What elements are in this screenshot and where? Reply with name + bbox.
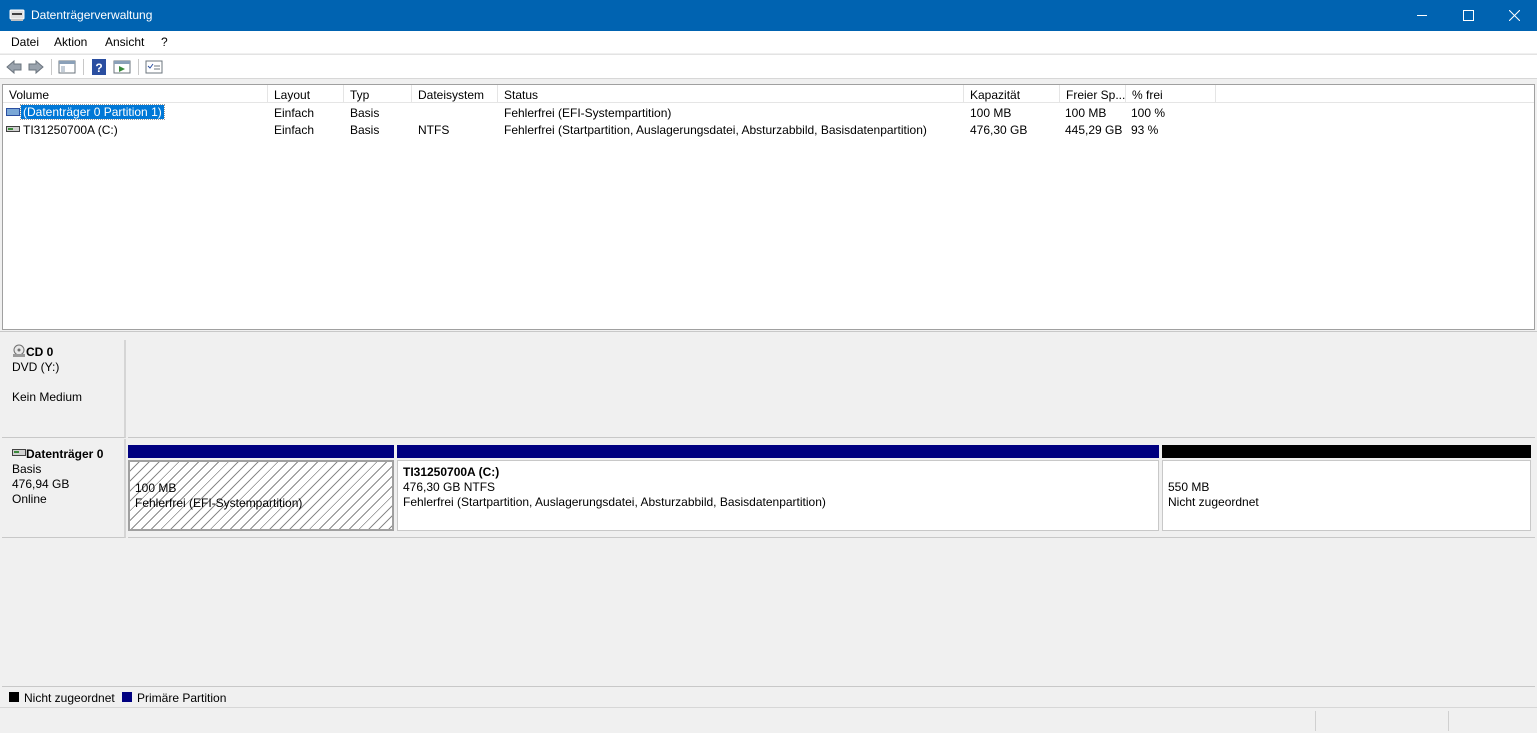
partition-status: Nicht zugeordnet [1168,495,1259,509]
volume-frei: 445,29 GB [1065,123,1123,137]
partition-status: Fehlerfrei (Startpartition, Auslagerungs… [403,495,826,509]
partition-unallocated[interactable]: 550 MB Nicht zugeordnet [1162,445,1531,531]
pane-splitter[interactable] [0,331,1537,339]
toolbar: ? [0,54,1537,79]
menu-ansicht[interactable]: Ansicht [105,35,144,49]
disk0-size: 476,94 GB [12,477,70,491]
disk-icon [12,449,26,456]
partition-type-bar [1162,445,1531,458]
disk0-state: Online [12,492,47,506]
volume-kapazitaet: 100 MB [970,106,1012,120]
toolbar-separator [138,59,139,75]
volume-dateisystem: NTFS [418,123,450,137]
cd-row: CD 0 DVD (Y:) Kein Medium [2,340,1535,438]
partition-size: 476,30 GB NTFS [403,480,496,494]
volume-layout: Einfach [274,123,315,137]
status-bar-separator [1315,711,1316,731]
close-icon [1508,10,1520,21]
menu-bar: Datei Aktion Ansicht ? [0,31,1537,53]
legend-label-unallocated: Nicht zugeordnet [24,691,115,705]
cd-drive: DVD (Y:) [12,360,60,374]
volume-typ: Basis [350,106,380,120]
partition-type-bar [128,445,394,458]
partition-body: 550 MB Nicht zugeordnet [1162,460,1531,531]
partition-status: Fehlerfrei (EFI-Systempartition) [135,496,303,510]
minimize-icon [1416,15,1427,16]
column-prozent-frei[interactable]: % frei [1126,85,1216,103]
title-bar: Datenträgerverwaltung [0,0,1537,31]
volume-prozent: 100 % [1131,106,1166,120]
column-typ[interactable]: Typ [344,85,412,103]
volume-typ: Basis [350,123,380,137]
status-bar [0,707,1537,733]
toolbar-separator [51,59,52,75]
column-status[interactable]: Status [498,85,964,103]
column-dateisystem[interactable]: Dateisystem [412,85,498,103]
disk0-area: 100 MB Fehlerfrei (EFI-Systempartition) … [128,439,1535,538]
maximize-icon [1462,10,1474,21]
show-hide-console-tree-icon[interactable] [58,59,76,75]
volume-layout: Einfach [274,106,315,120]
list-header: Volume Layout Typ Dateisystem Status Kap… [3,85,1534,103]
properties-icon[interactable] [145,59,163,75]
menu-datei[interactable]: Datei [11,35,39,49]
disk-management-app-icon [9,9,25,21]
volume-status: Fehlerfrei (Startpartition, Auslagerungs… [504,123,927,137]
partition-title: TI31250700A (C:) [403,465,500,479]
cd-area [128,340,1535,438]
volume-list: Volume Layout Typ Dateisystem Status Kap… [2,84,1535,330]
minimize-button[interactable] [1399,0,1445,31]
partition-body-selected: 100 MB Fehlerfrei (EFI-Systempartition) [128,460,394,531]
partition-size: 100 MB [135,481,177,495]
maximize-button[interactable] [1445,0,1491,31]
column-volume[interactable]: Volume [3,85,268,103]
volume-row[interactable]: TI31250700A (C:) Einfach Basis NTFS Fehl… [3,121,1534,138]
help-icon[interactable]: ? [90,59,108,75]
status-bar-separator [1448,711,1449,731]
window-title: Datenträgerverwaltung [31,8,153,22]
disk-graphical-view: CD 0 DVD (Y:) Kein Medium Datenträger 0 … [2,340,1535,685]
volume-icon [6,108,20,116]
partition-size: 550 MB [1168,480,1210,494]
partition-efi[interactable]: 100 MB Fehlerfrei (EFI-Systempartition) [128,445,394,531]
disk0-label[interactable]: Datenträger 0 Basis 476,94 GB Online [2,439,126,538]
column-kapazitaet[interactable]: Kapazität [964,85,1060,103]
toolbar-separator [83,59,84,75]
menu-help[interactable]: ? [161,35,168,49]
cd-label[interactable]: CD 0 DVD (Y:) Kein Medium [2,340,126,438]
cd-icon [13,344,25,357]
volume-name: TI31250700A (C:) [23,123,118,137]
column-layout[interactable]: Layout [268,85,344,103]
volume-name: (Datenträger 0 Partition 1) [20,104,165,120]
disk0-row: Datenträger 0 Basis 476,94 GB Online 100… [2,439,1535,538]
legend-label-primary: Primäre Partition [137,691,227,705]
legend-swatch-primary [122,692,132,702]
cd-medium: Kein Medium [12,390,83,404]
column-freier-speicher[interactable]: Freier Sp... [1060,85,1126,103]
volume-frei: 100 MB [1065,106,1107,120]
legend: Nicht zugeordnet Primäre Partition [2,686,1535,706]
back-icon[interactable] [5,59,23,75]
disk0-name: Datenträger 0 [26,447,104,461]
partition-c[interactable]: TI31250700A (C:) 476,30 GB NTFS Fehlerfr… [397,445,1159,531]
partition-type-bar [397,445,1159,458]
volume-kapazitaet: 476,30 GB [970,123,1028,137]
volume-prozent: 93 % [1131,123,1159,137]
svg-text:?: ? [95,61,102,75]
close-button[interactable] [1491,0,1537,31]
forward-icon[interactable] [27,59,45,75]
menu-aktion[interactable]: Aktion [54,35,87,49]
legend-swatch-unallocated [9,692,19,702]
cd-name: CD 0 [26,345,54,359]
drive-icon [6,126,20,132]
partition-body: TI31250700A (C:) 476,30 GB NTFS Fehlerfr… [397,460,1159,531]
disk0-type: Basis [12,462,42,476]
volume-status: Fehlerfrei (EFI-Systempartition) [504,106,672,120]
volume-row[interactable]: (Datenträger 0 Partition 1) Einfach Basi… [3,104,1534,121]
show-hide-action-pane-icon[interactable] [113,59,131,75]
